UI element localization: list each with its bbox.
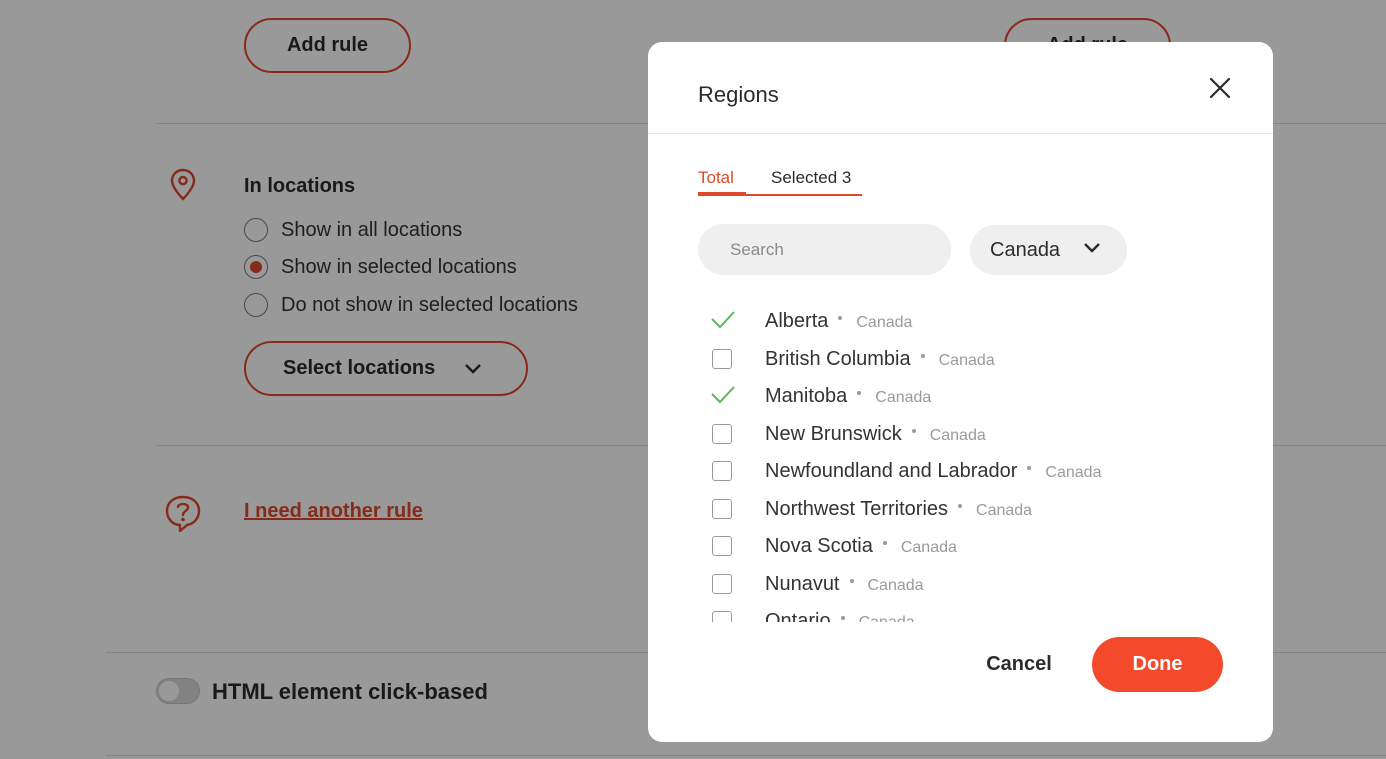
list-item[interactable]: Nunavut Canada — [698, 566, 1238, 602]
checkbox[interactable] — [712, 424, 732, 444]
modal-header: Regions — [648, 42, 1273, 134]
region-name: Ontario Canada — [765, 610, 915, 623]
list-item[interactable]: Alberta Canada — [698, 303, 1238, 339]
region-name: Nova Scotia Canada — [765, 534, 957, 557]
cancel-button[interactable]: Cancel — [966, 644, 1072, 684]
region-country: Canada — [938, 351, 995, 369]
close-icon[interactable] — [1206, 74, 1234, 102]
region-country: Canada — [875, 388, 932, 406]
region-name: British Columbia Canada — [765, 347, 995, 370]
list-item[interactable]: British Columbia Canada — [698, 341, 1238, 377]
region-country: Canada — [1045, 463, 1102, 481]
list-item[interactable]: Newfoundland and Labrador Canada — [698, 453, 1238, 489]
region-country: Canada — [929, 426, 986, 444]
list-item[interactable]: Ontario Canada — [698, 603, 1238, 622]
checkbox[interactable] — [712, 536, 732, 556]
tab-selected[interactable]: Selected 3 — [771, 168, 851, 188]
checkbox[interactable] — [712, 574, 732, 594]
regions-modal: Regions Total Selected 3 Canada AlbertaC… — [648, 42, 1273, 742]
list-item[interactable]: New Brunswick Canada — [698, 416, 1238, 452]
checkbox[interactable] — [712, 499, 732, 519]
country-dropdown-value: Canada — [990, 238, 1061, 261]
region-country: Canada — [856, 313, 913, 331]
checkbox[interactable] — [712, 461, 732, 481]
checkbox[interactable] — [712, 611, 732, 622]
checkmark-icon[interactable] — [710, 384, 736, 404]
search-input[interactable] — [698, 224, 951, 275]
list-item[interactable]: Manitoba Canada — [698, 378, 1238, 414]
region-name: Alberta Canada — [765, 309, 913, 332]
region-country: Canada — [867, 576, 924, 594]
tab-total[interactable]: Total — [698, 168, 734, 188]
region-country: Canada — [976, 501, 1033, 519]
modal-title: Regions — [698, 82, 779, 107]
region-country: Canada — [900, 538, 957, 556]
region-tabs: Total Selected 3 — [698, 168, 862, 196]
region-name: Northwest Territories Canada — [765, 497, 1033, 520]
region-name: Newfoundland and Labrador Canada — [765, 459, 1102, 482]
list-item[interactable]: Northwest Territories Canada — [698, 491, 1238, 527]
done-button[interactable]: Done — [1092, 637, 1223, 692]
region-name: Nunavut Canada — [765, 572, 924, 595]
country-dropdown[interactable]: Canada — [970, 225, 1127, 275]
region-list[interactable]: Alberta Canada British Columbia Canada Man… — [698, 300, 1238, 622]
region-name: Manitoba Canada — [765, 384, 932, 407]
list-item[interactable]: Nova Scotia Canada — [698, 528, 1238, 564]
region-name: New Brunswick Canada — [765, 422, 986, 445]
region-country: Canada — [858, 613, 915, 623]
checkmark-icon[interactable] — [710, 309, 736, 329]
chevron-down-icon — [1084, 243, 1100, 253]
checkbox[interactable] — [712, 349, 732, 369]
active-tab-indicator — [698, 192, 746, 196]
